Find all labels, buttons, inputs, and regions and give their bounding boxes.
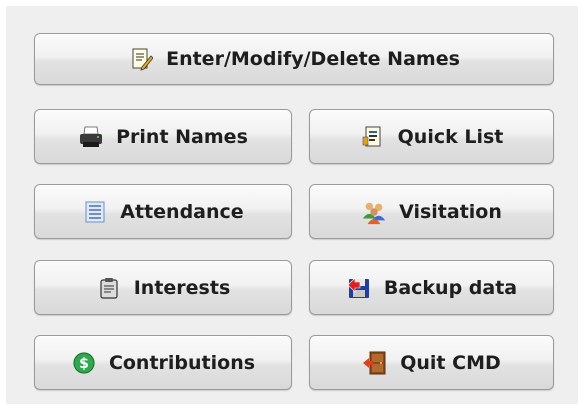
attendance-button[interactable]: Attendance <box>34 184 292 239</box>
contributions-label: Contributions <box>108 351 256 374</box>
interests-button[interactable]: Interests <box>34 260 292 315</box>
quit-cmd-label: Quit CMD <box>400 351 501 374</box>
print-names-label: Print Names <box>116 125 248 148</box>
quit-cmd-button[interactable]: Quit CMD <box>309 335 554 390</box>
enter-modify-delete-names-label: Enter/Modify/Delete Names <box>166 48 460 70</box>
enter-modify-delete-names-button[interactable]: Enter/Modify/Delete Names <box>34 33 554 85</box>
quick-list-button[interactable]: Quick List <box>309 109 554 164</box>
main-menu-panel: Enter/Modify/Delete Names Print Names Qu… <box>6 6 578 404</box>
svg-text:$: $ <box>79 356 89 372</box>
document-list-icon <box>360 124 386 150</box>
print-names-button[interactable]: Print Names <box>34 109 292 164</box>
interests-label: Interests <box>133 276 231 299</box>
visitation-label: Visitation <box>399 200 502 223</box>
dollar-coin-icon: $ <box>71 350 97 376</box>
contributions-button[interactable]: $ Contributions <box>34 335 292 390</box>
floppy-disk-icon <box>346 275 372 301</box>
edit-document-icon <box>128 46 154 72</box>
attendance-label: Attendance <box>120 200 244 223</box>
backup-data-label: Backup data <box>383 276 518 299</box>
list-icon <box>82 199 108 225</box>
visitation-button[interactable]: Visitation <box>309 184 554 239</box>
clipboard-icon <box>96 275 122 301</box>
exit-door-icon <box>362 350 388 376</box>
people-icon <box>361 199 387 225</box>
quick-list-label: Quick List <box>397 125 504 148</box>
printer-icon <box>78 124 104 150</box>
backup-data-button[interactable]: Backup data <box>309 260 554 315</box>
